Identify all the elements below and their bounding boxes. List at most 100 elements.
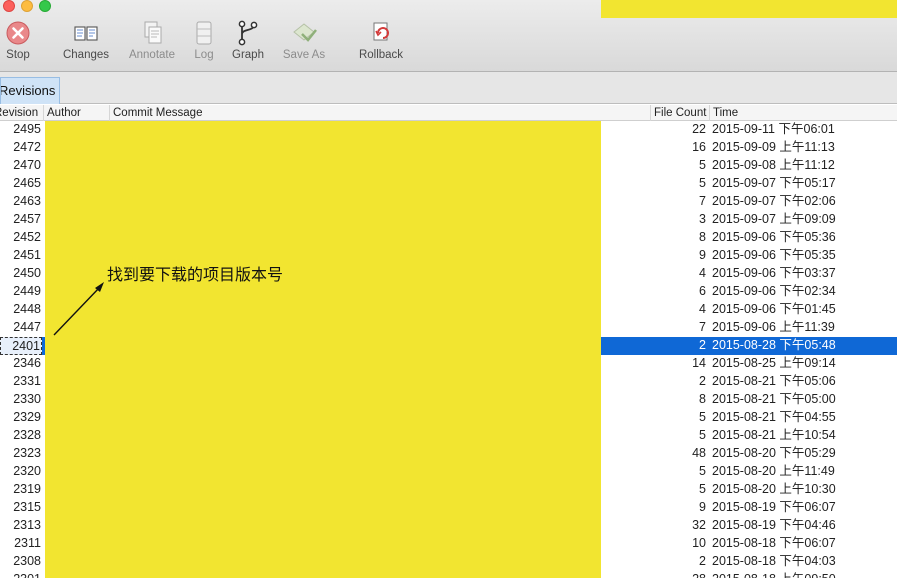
column-header-commit-message[interactable]: Commit Message <box>110 105 651 121</box>
changes-label: Changes <box>62 49 110 61</box>
file-count-cell: 16 <box>692 140 706 154</box>
revision-cell: 2328 <box>13 428 41 442</box>
file-count-cell: 2 <box>699 338 706 352</box>
revision-cell: 2447 <box>13 320 41 334</box>
rollback-button[interactable]: Rollback <box>356 20 406 64</box>
time-cell: 2015-08-25 上午09:14 <box>712 356 836 370</box>
time-cell: 2015-08-21 下午04:55 <box>712 410 836 424</box>
graph-button[interactable]: Graph <box>230 20 266 64</box>
revision-cell: 2465 <box>13 176 41 190</box>
file-count-cell: 22 <box>692 122 706 136</box>
annotate-icon <box>144 21 162 44</box>
time-cell: 2015-09-11 下午06:01 <box>712 122 835 136</box>
zoom-window-button[interactable] <box>39 0 51 12</box>
revision-cell: 2346 <box>13 356 41 370</box>
minimize-window-button[interactable] <box>21 0 33 12</box>
log-button[interactable]: Log <box>190 20 218 64</box>
time-cell: 2015-09-08 上午11:12 <box>712 158 835 172</box>
revision-cell: 2319 <box>13 482 41 496</box>
column-header-time[interactable]: Time <box>710 105 897 121</box>
column-header-file-count[interactable]: File Count <box>651 105 710 121</box>
redaction-highlight-top <box>601 0 897 18</box>
file-count-cell: 8 <box>699 392 706 406</box>
time-cell: 2015-08-18 下午06:07 <box>712 536 836 550</box>
annotation-note: 找到要下载的项目版本号 <box>107 265 284 284</box>
rollback-icon <box>373 22 389 41</box>
file-count-cell: 4 <box>699 266 706 280</box>
log-label: Log <box>194 49 214 61</box>
graph-label: Graph <box>232 49 264 61</box>
stop-button[interactable]: Stop <box>4 20 32 64</box>
column-header-author[interactable]: Author <box>44 105 110 121</box>
revision-cell: 2323 <box>13 446 41 460</box>
revision-cell: 2472 <box>13 140 41 154</box>
stop-label: Stop <box>6 49 30 61</box>
time-cell: 2015-08-18 下午04:03 <box>712 554 836 568</box>
time-cell: 2015-08-18 上午09:50 <box>711 571 897 578</box>
annotate-label: Annotate <box>128 49 176 61</box>
revision-cell: 2308 <box>13 554 41 568</box>
file-count-cell: 5 <box>699 428 706 442</box>
annotation-arrow-icon <box>53 282 104 336</box>
time-cell: 2015-09-06 下午02:34 <box>712 284 836 298</box>
revision-cell: 2331 <box>13 374 41 388</box>
file-count-cell: 2 <box>699 554 706 568</box>
file-count-cell: 5 <box>699 410 706 424</box>
log-icon <box>196 21 212 45</box>
stop-icon <box>6 21 30 45</box>
redaction-highlight <box>45 121 601 578</box>
time-cell: 2015-09-06 上午11:39 <box>712 320 835 334</box>
time-cell: 2015-08-21 下午05:00 <box>712 392 836 406</box>
file-count-cell: 4 <box>699 302 706 316</box>
file-count-cell: 9 <box>699 500 706 514</box>
graph-icon <box>238 20 258 46</box>
save-as-label: Save As <box>282 49 326 61</box>
revision-cell: 2329 <box>13 410 41 424</box>
file-count-cell: 32 <box>692 518 706 532</box>
file-count-cell: 9 <box>699 248 706 262</box>
file-count-cell: 2 <box>699 374 706 388</box>
revision-cell: 2463 <box>13 194 41 208</box>
revision-cell: 2320 <box>13 464 41 478</box>
time-cell: 2015-09-07 下午02:06 <box>712 194 836 208</box>
close-window-button[interactable] <box>3 0 15 12</box>
time-cell: 2015-09-06 下午03:37 <box>712 266 836 280</box>
revision-cell: 2495 <box>13 122 41 136</box>
revision-cell: 2451 <box>13 248 41 262</box>
time-cell: 2015-09-06 下午01:45 <box>712 302 836 316</box>
revision-cell: 2448 <box>13 302 41 316</box>
file-count-cell: 7 <box>699 320 706 334</box>
column-header-revision[interactable]: Revision <box>0 105 44 121</box>
revision-cell: 2450 <box>13 266 41 280</box>
file-count-cell: 48 <box>692 446 706 460</box>
time-cell: 2015-09-09 上午11:13 <box>712 140 835 154</box>
revision-cell: 2311 <box>14 536 41 550</box>
save-as-button[interactable]: Save As <box>280 20 328 64</box>
file-count-cell: 5 <box>699 176 706 190</box>
time-cell: 2015-08-28 下午05:48 <box>712 338 836 352</box>
revision-cell: 2301 <box>0 571 42 578</box>
time-cell: 2015-08-21 上午10:54 <box>712 428 836 442</box>
time-cell: 2015-09-06 下午05:36 <box>712 230 836 244</box>
revision-cell: 2315 <box>13 500 41 514</box>
revision-cell: 2452 <box>13 230 41 244</box>
file-count-cell: 8 <box>699 230 706 244</box>
tab-bar: Revisions <box>0 72 897 104</box>
time-cell: 2015-08-20 上午10:30 <box>712 482 836 496</box>
changes-icon <box>74 26 98 41</box>
time-cell: 2015-08-19 下午06:07 <box>712 500 836 514</box>
time-cell: 2015-08-20 下午05:29 <box>712 446 836 460</box>
table-header: Revision Author Commit Message File Coun… <box>0 105 897 121</box>
changes-button[interactable]: Changes <box>60 20 112 64</box>
file-count-cell: 7 <box>699 194 706 208</box>
file-count-cell: 5 <box>699 464 706 478</box>
revision-cell: 2449 <box>13 284 41 298</box>
file-count-cell: 14 <box>692 356 706 370</box>
revision-cell: 2330 <box>13 392 41 406</box>
revision-cell: 2401 <box>0 337 42 355</box>
file-count-cell: 28 <box>601 571 708 578</box>
file-count-cell: 5 <box>699 158 706 172</box>
tab-revisions[interactable]: Revisions <box>0 77 60 104</box>
time-cell: 2015-09-07 上午09:09 <box>712 212 836 226</box>
annotate-button[interactable]: Annotate <box>126 20 178 64</box>
